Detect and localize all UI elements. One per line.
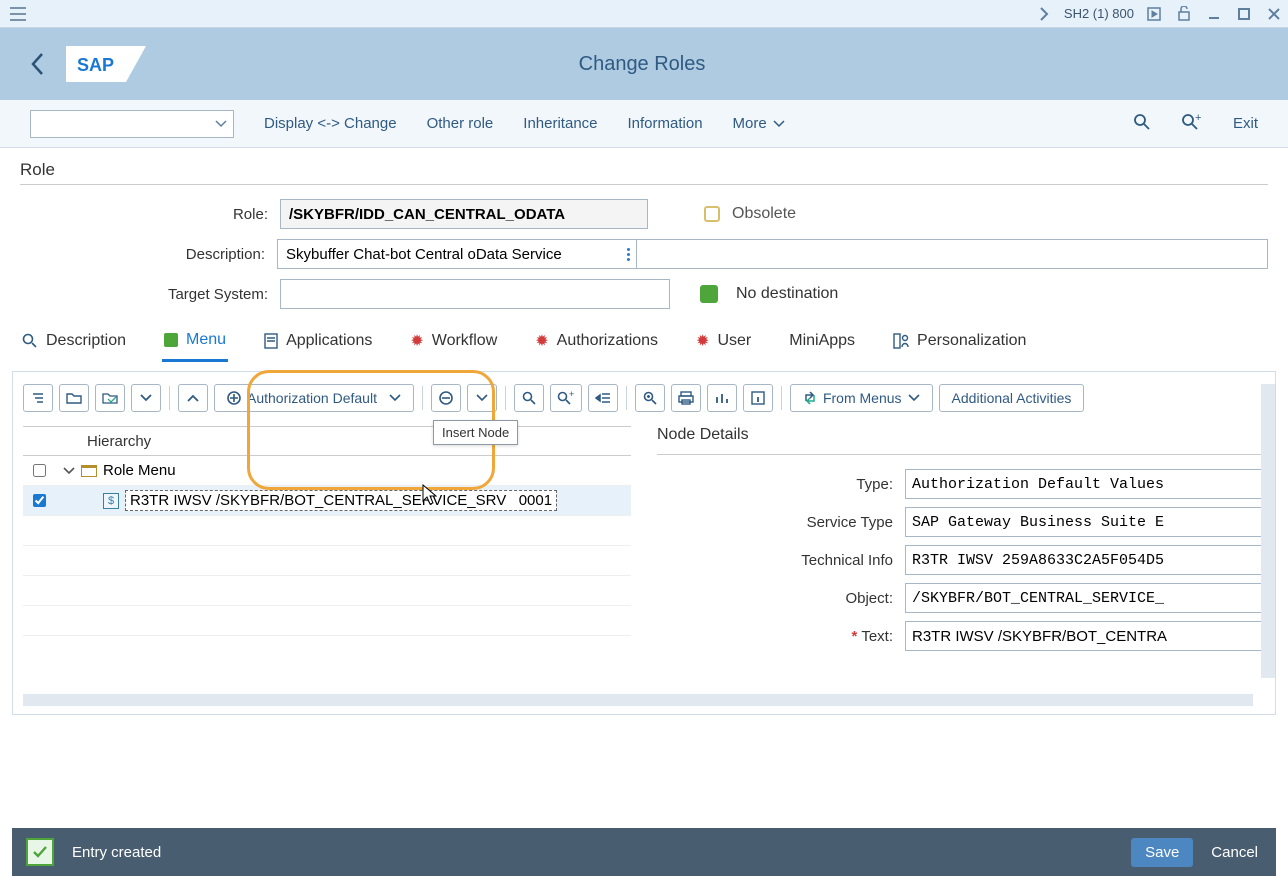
role-label: Role: xyxy=(20,206,280,223)
detail-tech-info[interactable]: R3TR IWSV 259A8633C2A5F054D5 xyxy=(905,545,1265,575)
svg-text:+: + xyxy=(569,391,574,399)
chevron-right-icon[interactable] xyxy=(1034,6,1054,22)
folder-open-icon xyxy=(81,465,97,477)
back-button[interactable] xyxy=(10,52,66,76)
tab-personalization[interactable]: Personalization xyxy=(891,332,1028,360)
toolbar-print-icon[interactable] xyxy=(671,384,701,412)
authorization-default-button[interactable]: Authorization Default xyxy=(214,384,414,412)
vertical-scrollbar[interactable] xyxy=(1261,384,1275,678)
target-label: Target System: xyxy=(20,286,280,303)
role-input[interactable]: /SKYBFR/IDD_CAN_CENTRAL_ODATA xyxy=(280,199,648,229)
find-next-icon[interactable]: + xyxy=(1181,113,1203,135)
toolbar-folder-icon[interactable] xyxy=(59,384,89,412)
additional-activities-button[interactable]: Additional Activities xyxy=(939,384,1085,412)
description-label: Description: xyxy=(20,246,277,263)
tab-workflow[interactable]: ✹ Workflow xyxy=(408,331,499,361)
menu-icon[interactable] xyxy=(4,0,32,28)
detail-type[interactable]: Authorization Default Values xyxy=(905,469,1265,499)
action-more[interactable]: More xyxy=(733,115,785,132)
action-other-role[interactable]: Other role xyxy=(427,115,494,132)
green-square-icon xyxy=(164,333,178,347)
toolbar-remove-icon[interactable] xyxy=(431,384,461,412)
tree-node-checkbox[interactable] xyxy=(33,494,46,507)
tab-applications[interactable]: Applications xyxy=(262,332,374,360)
minimize-icon[interactable] xyxy=(1204,6,1224,22)
personalization-icon xyxy=(893,333,909,349)
detail-text[interactable]: R3TR IWSV /SKYBFR/BOT_CENTRA xyxy=(905,621,1265,651)
svg-text:SAP: SAP xyxy=(77,55,114,75)
system-id: SH2 (1) 800 xyxy=(1064,6,1134,21)
lock-open-icon[interactable] xyxy=(1174,6,1194,22)
tree-root-checkbox[interactable] xyxy=(33,464,46,477)
insert-node-tooltip: Insert Node xyxy=(433,420,518,445)
toolbar-find-icon[interactable] xyxy=(514,384,544,412)
node-details-title: Node Details xyxy=(657,426,1265,444)
toolbar-info-icon[interactable] xyxy=(743,384,773,412)
close-icon[interactable] xyxy=(1264,6,1284,22)
search-icon xyxy=(22,333,38,349)
horizontal-scrollbar[interactable] xyxy=(23,694,1253,706)
transaction-select[interactable] xyxy=(30,110,234,138)
tree-root-label[interactable]: Role Menu xyxy=(103,462,176,479)
red-burst-icon: ✹ xyxy=(696,331,709,351)
description-cont-input[interactable] xyxy=(636,239,1268,269)
target-system-input[interactable] xyxy=(280,279,670,309)
action-information[interactable]: Information xyxy=(628,115,703,132)
toolbar-expand-icon[interactable] xyxy=(131,384,161,412)
svg-text:+: + xyxy=(1195,113,1201,124)
red-burst-icon: ✹ xyxy=(535,331,548,351)
detail-service-type[interactable]: SAP Gateway Business Suite E xyxy=(905,507,1265,537)
toolbar-remove-dd-icon[interactable] xyxy=(467,384,497,412)
sap-logo: SAP xyxy=(66,44,146,84)
tree-node-label[interactable]: R3TR IWSV /SKYBFR/BOT_CENTRAL_SERVICE_SR… xyxy=(125,490,557,511)
description-input[interactable]: Skybuffer Chat-bot Central oData Service xyxy=(277,239,637,269)
toolbar-indent-icon[interactable] xyxy=(588,384,618,412)
toolbar-levels-icon[interactable] xyxy=(23,384,53,412)
action-exit[interactable]: Exit xyxy=(1233,115,1258,132)
toolbar-transaction-icon[interactable] xyxy=(95,384,125,412)
maximize-icon[interactable] xyxy=(1234,6,1254,22)
obsolete-label: Obsolete xyxy=(732,205,796,223)
obsolete-checkbox[interactable] xyxy=(704,206,720,222)
tab-user[interactable]: ✹ User xyxy=(694,331,753,361)
tab-menu[interactable]: Menu xyxy=(162,331,228,362)
document-icon xyxy=(264,333,278,349)
tab-description[interactable]: Description xyxy=(20,332,128,360)
success-icon xyxy=(26,838,54,866)
split-handle-icon[interactable] xyxy=(627,239,633,269)
action-inheritance[interactable]: Inheritance xyxy=(523,115,597,132)
tree-header: Hierarchy xyxy=(55,433,151,450)
from-menus-button[interactable]: From Menus xyxy=(790,384,933,412)
toolbar-zoom-icon[interactable] xyxy=(635,384,665,412)
chevron-down-icon[interactable] xyxy=(63,466,75,476)
section-role-title: Role xyxy=(20,160,1268,180)
status-message: Entry created xyxy=(72,844,161,861)
tab-miniapps[interactable]: MiniApps xyxy=(787,332,857,360)
toolbar-chart-icon[interactable] xyxy=(707,384,737,412)
save-button[interactable]: Save xyxy=(1131,838,1193,867)
detail-object[interactable]: /SKYBFR/BOT_CENTRAL_SERVICE_ xyxy=(905,583,1265,613)
page-title: Change Roles xyxy=(146,53,1278,76)
destination-status-icon xyxy=(700,285,718,303)
tab-authorizations[interactable]: ✹ Authorizations xyxy=(533,331,660,361)
cancel-button[interactable]: Cancel xyxy=(1207,838,1262,867)
toolbar-find-next-icon[interactable]: + xyxy=(550,384,582,412)
action-display-change[interactable]: Display <-> Change xyxy=(264,115,397,132)
find-icon[interactable] xyxy=(1133,113,1151,135)
red-burst-icon: ✹ xyxy=(410,331,423,351)
run-icon[interactable] xyxy=(1144,6,1164,22)
no-destination-text: No destination xyxy=(736,285,838,303)
toolbar-collapse-icon[interactable] xyxy=(178,384,208,412)
auth-default-icon: $ xyxy=(103,493,119,509)
